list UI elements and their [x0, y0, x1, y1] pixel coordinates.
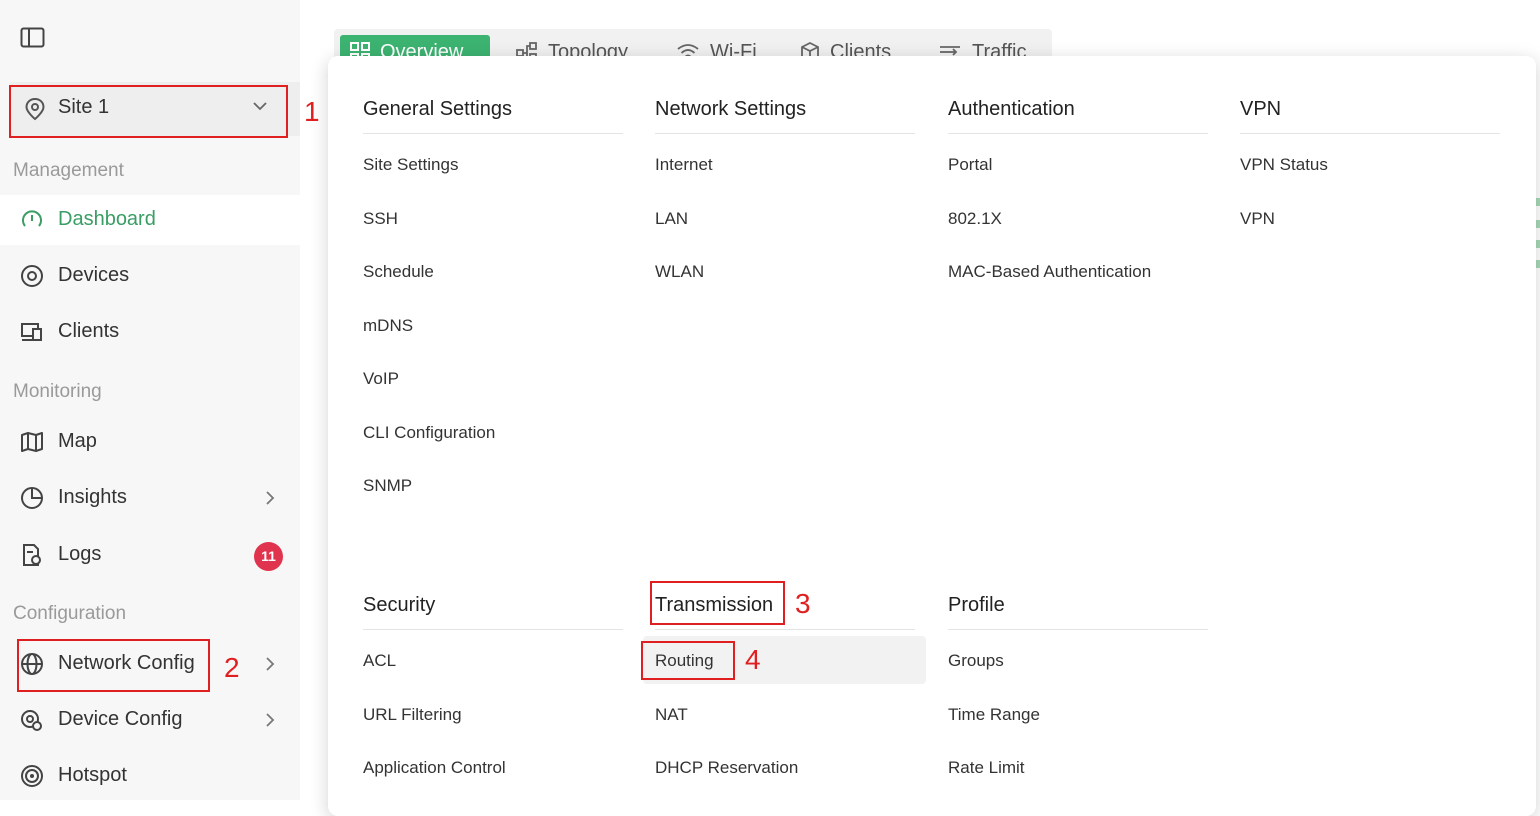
sidebar-item-label: Logs: [58, 543, 102, 565]
map-icon: [21, 432, 43, 452]
menu-item-vpn[interactable]: VPN: [1240, 209, 1275, 229]
sidebar-item-label: Devices: [58, 264, 130, 286]
menu-item-schedule[interactable]: Schedule: [363, 262, 434, 282]
pie-chart-icon: [21, 487, 43, 509]
hotspot-icon: [21, 765, 43, 787]
chevron-right-icon: [266, 491, 275, 505]
menu-column-security: Security ACL URL Filtering Application C…: [363, 590, 623, 777]
menu-item-wlan[interactable]: WLAN: [655, 262, 704, 282]
menu-heading-profile: Profile: [948, 590, 1208, 630]
menu-item-time-range[interactable]: Time Range: [948, 705, 1040, 725]
section-configuration: Configuration: [13, 603, 127, 624]
sidebar-item-label: Clients: [58, 320, 120, 342]
chevron-right-icon: [266, 713, 275, 727]
menu-heading-network-settings: Network Settings: [655, 94, 915, 134]
annotation-box-4: [641, 641, 735, 680]
sidebar-item-dashboard[interactable]: Dashboard: [0, 195, 300, 245]
menu-item-site-settings[interactable]: Site Settings: [363, 155, 458, 175]
menu-heading-general-settings: General Settings: [363, 94, 623, 134]
sidebar-item-logs[interactable]: Logs 11: [0, 530, 300, 580]
sidebar-item-label: Dashboard: [58, 208, 156, 230]
menu-item-snmp[interactable]: SNMP: [363, 476, 412, 496]
menu-item-mac-based-authentication[interactable]: MAC-Based Authentication: [948, 262, 1151, 282]
sidebar-item-clients[interactable]: Clients: [0, 307, 300, 357]
menu-heading-security: Security: [363, 590, 623, 630]
devices-icon: [21, 265, 43, 287]
annotation-box-1: [9, 85, 288, 138]
section-monitoring: Monitoring: [13, 381, 102, 402]
menu-column-vpn: VPN VPN Status VPN: [1240, 94, 1500, 228]
menu-column-profile: Profile Groups Time Range Rate Limit: [948, 590, 1208, 777]
menu-item-dhcp-reservation[interactable]: DHCP Reservation: [655, 758, 798, 778]
menu-item-mdns[interactable]: mDNS: [363, 316, 413, 336]
sidebar-item-label: Insights: [58, 486, 127, 508]
menu-item-voip[interactable]: VoIP: [363, 369, 399, 389]
section-management: Management: [13, 160, 124, 181]
annotation-box-2: [17, 639, 210, 692]
logs-document-icon: [23, 544, 41, 566]
menu-heading-authentication: Authentication: [948, 94, 1208, 134]
sidebar-item-devices[interactable]: Devices: [0, 251, 300, 301]
clients-monitor-icon: [21, 323, 42, 341]
menu-item-802-1x[interactable]: 802.1X: [948, 209, 1002, 229]
device-settings-icon: [21, 710, 42, 731]
menu-item-portal[interactable]: Portal: [948, 155, 992, 175]
dashboard-gauge-icon: [22, 210, 42, 227]
sidebar-item-label: Map: [58, 430, 97, 452]
sidebar-toggle-icon[interactable]: [20, 27, 46, 49]
sidebar-item-device-config[interactable]: Device Config: [0, 695, 300, 745]
annotation-number-4: 4: [745, 644, 761, 675]
menu-item-vpn-status[interactable]: VPN Status: [1240, 155, 1328, 175]
menu-item-rate-limit[interactable]: Rate Limit: [948, 758, 1025, 778]
annotation-number-2: 2: [224, 652, 240, 683]
sidebar-item-map[interactable]: Map: [0, 417, 300, 467]
logs-count-badge: 11: [254, 542, 283, 571]
chevron-right-icon: [266, 657, 275, 671]
sidebar-item-label: Hotspot: [58, 764, 127, 786]
menu-item-lan[interactable]: LAN: [655, 209, 688, 229]
menu-column-general-settings: General Settings Site Settings SSH Sched…: [363, 94, 623, 495]
menu-column-network-settings: Network Settings Internet LAN WLAN: [655, 94, 915, 281]
annotation-box-3: [650, 581, 785, 625]
sidebar-item-hotspot[interactable]: Hotspot: [0, 751, 300, 801]
menu-column-authentication: Authentication Portal 802.1X MAC-Based A…: [948, 94, 1208, 281]
menu-item-cli-configuration[interactable]: CLI Configuration: [363, 423, 495, 443]
sidebar-item-insights[interactable]: Insights: [0, 473, 300, 523]
menu-item-url-filtering[interactable]: URL Filtering: [363, 705, 462, 725]
menu-item-groups[interactable]: Groups: [948, 651, 1004, 671]
menu-item-acl[interactable]: ACL: [363, 651, 396, 671]
menu-item-nat[interactable]: NAT: [655, 705, 688, 725]
annotation-number-1: 1: [304, 96, 320, 127]
menu-item-application-control[interactable]: Application Control: [363, 758, 506, 778]
menu-item-internet[interactable]: Internet: [655, 155, 713, 175]
menu-heading-vpn: VPN: [1240, 94, 1500, 134]
annotation-number-3: 3: [795, 588, 811, 619]
menu-item-ssh[interactable]: SSH: [363, 209, 398, 229]
network-config-menu: General Settings Site Settings SSH Sched…: [328, 56, 1536, 816]
sidebar-item-label: Device Config: [58, 708, 183, 730]
